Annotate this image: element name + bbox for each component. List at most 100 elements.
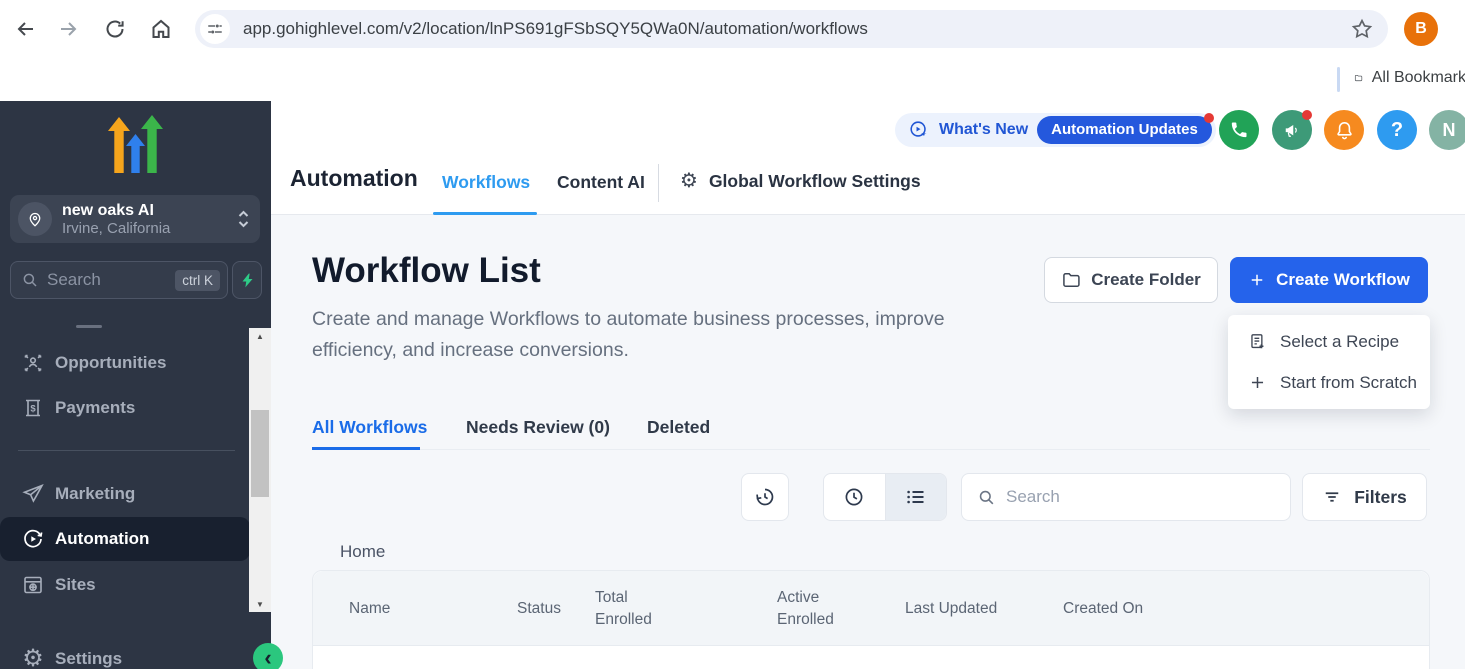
sites-icon [20, 572, 46, 598]
scrollbar-thumb[interactable] [251, 410, 269, 497]
sidebar: new oaks AI Irvine, California ctrl K Op… [0, 101, 271, 669]
bookmark-star-icon[interactable] [1350, 17, 1374, 41]
scroll-up-icon[interactable]: ▲ [249, 328, 271, 344]
table-header: Name Status Total Enrolled Active Enroll… [313, 571, 1429, 646]
sidebar-item-sites[interactable]: Sites [0, 563, 250, 607]
back-icon[interactable] [14, 17, 38, 41]
sidebar-collapse-button[interactable]: ‹ [253, 643, 283, 669]
create-folder-button[interactable]: Create Folder [1044, 257, 1218, 303]
gear-icon: ⚙ [680, 168, 698, 194]
folder-icon [1061, 270, 1081, 290]
workflow-search[interactable] [961, 473, 1291, 521]
sidebar-item-label: Sites [55, 575, 96, 595]
filters-button[interactable]: Filters [1302, 473, 1427, 521]
create-workflow-button[interactable]: Create Workflow [1230, 257, 1428, 303]
account-switcher[interactable]: new oaks AI Irvine, California [10, 195, 260, 243]
automation-updates-button[interactable]: Automation Updates [1037, 116, 1212, 144]
browser-profile-avatar[interactable]: B [1404, 12, 1438, 46]
column-header-total-enrolled: Total Enrolled [595, 571, 677, 646]
menu-item-label: Start from Scratch [1280, 373, 1417, 393]
global-workflow-settings[interactable]: ⚙ Global Workflow Settings [680, 168, 921, 194]
sidebar-item-automation[interactable]: Automation [0, 517, 250, 561]
page-title: Automation [290, 165, 418, 192]
plus-icon [1248, 271, 1266, 289]
marketing-icon [20, 481, 46, 507]
opportunities-icon [20, 350, 46, 376]
notifications-button[interactable] [1324, 110, 1364, 150]
execution-logs-button[interactable] [741, 473, 789, 521]
whats-new-link[interactable]: What's New [939, 121, 1028, 139]
help-button[interactable]: ? [1377, 110, 1417, 150]
filter-icon [1322, 487, 1342, 507]
site-settings-icon[interactable] [200, 14, 230, 44]
payments-icon: $ [20, 395, 46, 421]
reload-icon[interactable] [103, 17, 127, 41]
create-workflow-menu: Select a Recipe Start from Scratch [1228, 315, 1430, 409]
phone-icon [1229, 120, 1249, 140]
bookmarks-separator [1337, 67, 1340, 92]
sidebar-item-label: Opportunities [55, 353, 166, 373]
automation-icon [20, 526, 46, 552]
tab-workflows[interactable]: Workflows [442, 172, 530, 193]
column-header-created-on: Created On [1063, 571, 1143, 646]
sidebar-item-payments[interactable]: $ Payments [0, 386, 250, 430]
view-toggle [823, 473, 947, 521]
sidebar-search-input[interactable] [47, 270, 147, 290]
sidebar-item-settings[interactable]: ⚙ Settings [0, 637, 250, 669]
scroll-down-icon[interactable]: ▼ [249, 596, 271, 612]
forward-icon[interactable] [56, 17, 80, 41]
sidebar-scrollbar[interactable]: ▲ ▼ [249, 328, 271, 612]
history-icon [753, 485, 777, 509]
svg-text:$: $ [30, 403, 36, 414]
sidebar-search[interactable]: ctrl K [10, 261, 228, 299]
list-view-button[interactable] [885, 474, 946, 520]
breadcrumb[interactable]: Home [340, 542, 385, 562]
section-subtitle: Create and manage Workflows to automate … [312, 304, 1012, 366]
location-pin-icon [18, 202, 52, 236]
gear-icon: ⚙ [20, 646, 46, 669]
main-content: Automation Workflows Content AI ⚙ Global… [271, 101, 1465, 669]
all-bookmarks-label: All Bookmarks [1372, 69, 1465, 87]
list-icon [904, 485, 928, 509]
announcements-button[interactable] [1272, 110, 1312, 150]
sidebar-item-opportunities[interactable]: Opportunities [0, 341, 250, 385]
recent-view-button[interactable] [824, 474, 885, 520]
highlevel-logo [105, 114, 165, 176]
phone-button[interactable] [1219, 110, 1259, 150]
global-workflow-settings-label: Global Workflow Settings [709, 171, 921, 192]
sidebar-item-marketing[interactable]: Marketing [0, 472, 250, 516]
browser-toolbar: app.gohighlevel.com/v2/location/lnPS691g… [0, 0, 1465, 58]
address-bar[interactable]: app.gohighlevel.com/v2/location/lnPS691g… [195, 10, 1388, 48]
header-divider [658, 164, 659, 202]
url-text[interactable]: app.gohighlevel.com/v2/location/lnPS691g… [243, 19, 1350, 39]
active-tab-underline [433, 212, 537, 215]
automation-updates-label: Automation Updates [1051, 121, 1198, 138]
account-location: Irvine, California [62, 220, 237, 238]
user-avatar[interactable]: N [1429, 110, 1465, 150]
whats-new-icon [908, 119, 930, 141]
tab-deleted[interactable]: Deleted [647, 417, 710, 438]
whats-new-cluster: What's New Automation Updates [895, 113, 1216, 147]
sidebar-item-label: Marketing [55, 484, 135, 504]
account-name: new oaks AI [62, 201, 237, 220]
menu-item-select-recipe[interactable]: Select a Recipe [1228, 321, 1430, 362]
tab-content-ai[interactable]: Content AI [557, 172, 645, 193]
folder-icon [1354, 68, 1363, 88]
tab-needs-review[interactable]: Needs Review (0) [466, 417, 610, 438]
bell-icon [1334, 120, 1355, 141]
tab-all-workflows[interactable]: All Workflows [312, 417, 427, 438]
sidebar-item-label: Settings [55, 649, 122, 669]
lightning-bolt-icon [240, 271, 255, 290]
all-bookmarks[interactable]: All Bookmarks [1354, 68, 1465, 88]
notification-dot [1204, 113, 1214, 123]
quick-actions-button[interactable] [232, 261, 262, 299]
home-icon[interactable] [149, 17, 173, 41]
menu-item-start-from-scratch[interactable]: Start from Scratch [1228, 362, 1430, 403]
column-header-name: Name [349, 571, 390, 646]
active-tab-underline [312, 447, 420, 450]
create-workflow-label: Create Workflow [1276, 270, 1410, 290]
sidebar-item-label: Automation [55, 529, 149, 549]
column-header-last-updated: Last Updated [905, 571, 997, 646]
search-icon [21, 271, 39, 289]
workflow-search-input[interactable] [1006, 487, 1256, 507]
